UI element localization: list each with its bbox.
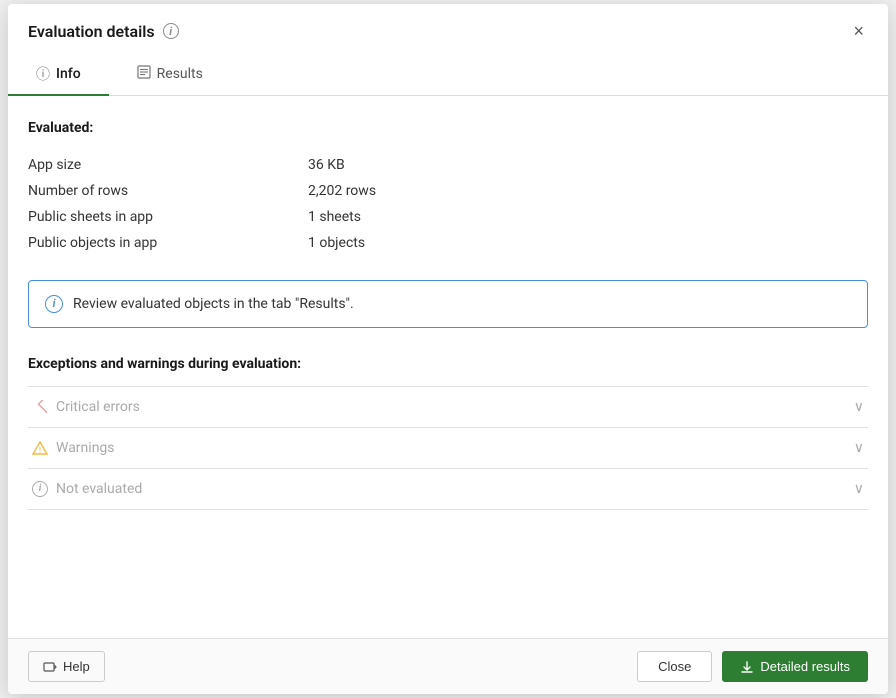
accordion-not-evaluated-left: i Not evaluated (32, 481, 142, 497)
not-evaluated-chevron: ∨ (854, 481, 864, 497)
warnings-chevron: ∨ (854, 440, 864, 456)
critical-errors-icon (32, 399, 48, 415)
accordion-warnings[interactable]: ! Warnings ∨ (28, 427, 868, 468)
eval-row-app-size: App size 36 KB (28, 152, 868, 178)
eval-row-public-sheets: Public sheets in app 1 sheets (28, 204, 868, 230)
detailed-results-button[interactable]: Detailed results (722, 651, 868, 682)
svg-text:!: ! (39, 446, 41, 454)
help-button[interactable]: Help (28, 651, 105, 682)
evaluated-section-title: Evaluated: (28, 120, 868, 136)
accordion-warnings-left: ! Warnings (32, 440, 115, 456)
eval-label-public-objects: Public objects in app (28, 235, 308, 251)
tab-results-label: Results (157, 66, 203, 82)
download-icon (740, 660, 754, 674)
info-tab-icon: ⓘ (36, 64, 50, 84)
tab-bar: ⓘ Info Results (8, 54, 888, 96)
accordion-not-evaluated[interactable]: i Not evaluated ∨ (28, 468, 868, 510)
info-box-text: Review evaluated objects in the tab "Res… (73, 296, 354, 312)
review-info-box: i Review evaluated objects in the tab "R… (28, 280, 868, 328)
eval-value-public-objects: 1 objects (308, 235, 365, 251)
eval-row-number-rows: Number of rows 2,202 rows (28, 178, 868, 204)
accordion-critical-errors[interactable]: Critical errors ∨ (28, 386, 868, 427)
critical-errors-label: Critical errors (56, 399, 140, 415)
tab-info[interactable]: ⓘ Info (8, 54, 109, 96)
eval-row-public-objects: Public objects in app 1 objects (28, 230, 868, 256)
tab-info-label: Info (56, 66, 81, 82)
dialog-title: Evaluation details (28, 22, 155, 41)
critical-errors-chevron: ∨ (854, 399, 864, 415)
eval-value-public-sheets: 1 sheets (308, 209, 361, 225)
not-evaluated-icon: i (32, 481, 48, 497)
title-info-icon[interactable]: i (163, 23, 179, 39)
warnings-label: Warnings (56, 440, 115, 456)
evaluated-table: App size 36 KB Number of rows 2,202 rows… (28, 152, 868, 256)
close-icon[interactable]: × (849, 20, 868, 42)
eval-label-app-size: App size (28, 157, 308, 173)
close-dialog-button[interactable]: Close (637, 651, 712, 682)
results-tab-icon (137, 65, 151, 83)
help-icon (43, 660, 57, 674)
dialog-header: Evaluation details i × (8, 4, 888, 42)
eval-label-number-rows: Number of rows (28, 183, 308, 199)
eval-label-public-sheets: Public sheets in app (28, 209, 308, 225)
info-box-icon: i (45, 295, 63, 313)
not-evaluated-label: Not evaluated (56, 481, 142, 497)
tab-results[interactable]: Results (109, 54, 231, 96)
eval-value-app-size: 36 KB (308, 157, 345, 173)
detailed-results-label: Detailed results (760, 659, 850, 674)
warnings-icon: ! (32, 440, 48, 456)
help-label: Help (63, 659, 90, 674)
exceptions-section-title: Exceptions and warnings during evaluatio… (28, 356, 868, 372)
dialog-body: Evaluated: App size 36 KB Number of rows… (8, 96, 888, 639)
dialog-footer: Help Close Detailed results (8, 638, 888, 694)
accordion-critical-left: Critical errors (32, 399, 140, 415)
footer-right-buttons: Close Detailed results (637, 651, 868, 682)
evaluation-details-dialog: Evaluation details i × ⓘ Info Results Ev… (8, 4, 888, 694)
eval-value-number-rows: 2,202 rows (308, 183, 376, 199)
dialog-title-row: Evaluation details i (28, 22, 179, 41)
